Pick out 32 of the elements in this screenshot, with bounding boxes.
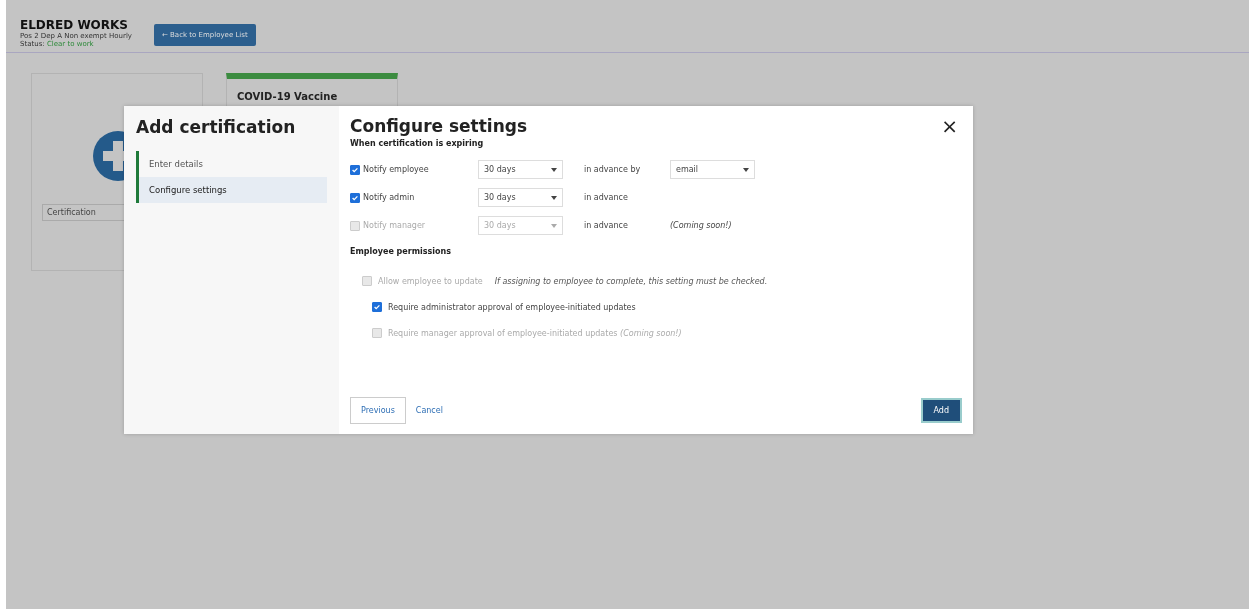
close-button[interactable]: ×: [937, 116, 962, 136]
advance-text: in advance: [584, 193, 629, 202]
caret-icon: [551, 195, 557, 200]
advance-text: in advance by: [584, 165, 642, 174]
section-heading: When certification is expiring: [350, 139, 485, 148]
add-button[interactable]: Add: [920, 398, 962, 423]
checkbox-label: Notify employee: [363, 165, 429, 174]
section-heading: Employee permissions: [350, 247, 452, 256]
caret-icon: [551, 223, 557, 228]
checkbox-label: Notify admin: [363, 193, 415, 202]
settings-heading: Configure settings: [350, 116, 528, 136]
advance-text: in advance: [584, 221, 629, 230]
checkbox-label: Notify manager: [363, 221, 426, 230]
period-dropdown[interactable]: 30 days: [478, 160, 563, 179]
hint-text: If assigning to employee to complete, this setting must be checked.: [494, 276, 768, 286]
caret-icon: [551, 167, 557, 172]
method-dropdown[interactable]: email: [670, 160, 755, 179]
checkbox-label: Allow employee to update: [378, 276, 483, 286]
period-dropdown[interactable]: 30 days: [478, 188, 563, 207]
previous-button[interactable]: Previous: [350, 397, 406, 424]
checkbox[interactable]: [350, 192, 360, 203]
coming-soon-note: (Coming soon!): [670, 221, 733, 230]
checkbox-label: Require administrator approval of employee-initiated updates: [388, 302, 636, 312]
card-title: COVID-19 Vaccine: [237, 91, 338, 102]
cancel-link[interactable]: Cancel: [415, 406, 443, 415]
step-item[interactable]: Enter details: [139, 151, 327, 177]
employee-name: ELDRED WORKS: [20, 18, 129, 32]
step-item[interactable]: Configure settings: [139, 177, 327, 203]
checkbox-label: Require manager approval of employee-initiated updates (Coming soon!): [388, 328, 682, 338]
checkbox[interactable]: [350, 164, 360, 175]
caret-icon: [743, 167, 749, 172]
modal-title: Add certification: [136, 117, 297, 137]
